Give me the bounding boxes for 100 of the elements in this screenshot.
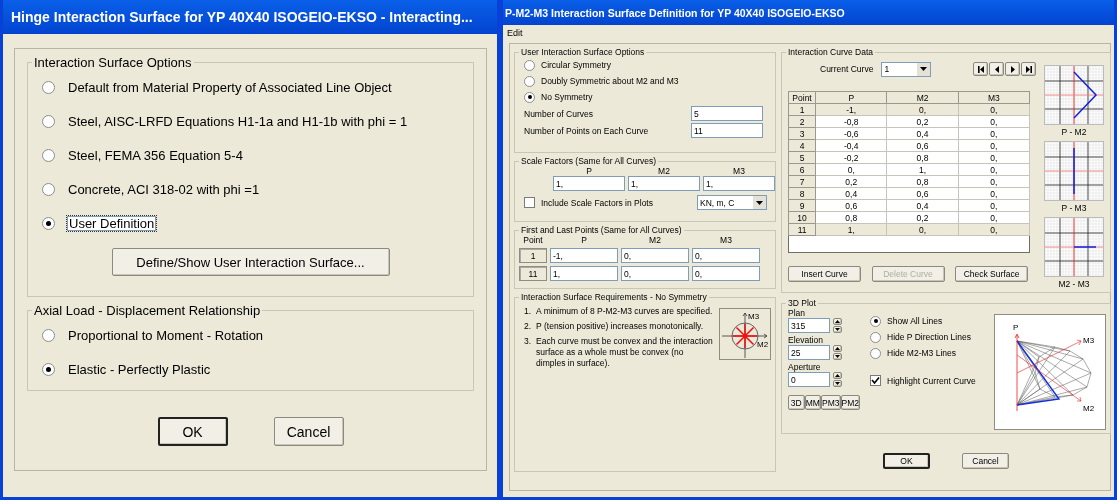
radio-label[interactable]: Hide M2-M3 Lines	[887, 348, 956, 358]
input-field[interactable]: 5	[691, 106, 763, 121]
radio-button[interactable]	[524, 91, 535, 103]
group-title: Interaction Surface Requirements - No Symmetry	[520, 292, 708, 302]
column-label: P	[585, 166, 593, 176]
input-field[interactable]: 0,	[621, 266, 689, 281]
radio-label[interactable]: Concrete, ACI 318-02 with phi =1	[67, 180, 261, 198]
up-triangle-icon	[835, 374, 840, 377]
table-row[interactable]: 3 -0,6 0,4 0,	[788, 127, 1030, 140]
checkbox-label[interactable]: Highlight Current Curve	[887, 375, 976, 386]
input-field[interactable]: 0,	[692, 248, 760, 263]
radio-label[interactable]: Proportional to Moment - Rotation	[67, 326, 265, 344]
radio-button[interactable]	[524, 75, 535, 87]
checkbox[interactable]	[524, 197, 535, 208]
input-field[interactable]: 1,	[628, 176, 700, 191]
spin-down-button[interactable]	[833, 380, 842, 387]
table-row[interactable]: 11 1, 0, 0,	[788, 223, 1030, 236]
table-cell: 0,2	[815, 175, 887, 188]
down-triangle-icon	[835, 382, 840, 385]
cancel-button[interactable]: Cancel	[962, 453, 1009, 469]
table-cell: 0,	[958, 211, 1030, 224]
curve-dropdown[interactable]: 1	[881, 61, 932, 77]
column-header: M2	[886, 91, 959, 104]
units-dropdown[interactable]: KN, m, C	[697, 195, 767, 210]
table-row[interactable]: 5 -0,2 0,8 0,	[788, 151, 1030, 164]
table-cell: 1,	[886, 163, 959, 176]
column-label: M3	[732, 166, 746, 176]
axis-label: P	[1013, 323, 1019, 332]
radio-label[interactable]: Hide P Direction Lines	[887, 332, 971, 342]
caret-icon	[753, 196, 766, 209]
table-row[interactable]: 6 0, 1, 0,	[788, 163, 1030, 176]
define-surface-button[interactable]: Define/Show User Interaction Surface...	[111, 248, 390, 276]
group-title: Axial Load - Displacement Relationship	[33, 303, 262, 318]
ok-button[interactable]: OK	[883, 453, 930, 469]
input-field[interactable]: 0	[788, 372, 830, 387]
input-field[interactable]: -1,	[550, 248, 618, 263]
group-title: First and Last Points (Same for All Curves)	[520, 225, 683, 235]
insert-curve-button[interactable]: Insert Curve	[788, 266, 861, 282]
table-row[interactable]: 4 -0,4 0,6 0,	[788, 139, 1030, 152]
radio-button[interactable]	[42, 148, 55, 162]
last-button[interactable]	[1021, 62, 1036, 76]
radio-label[interactable]: Circular Symmetry	[541, 60, 611, 70]
radio-button[interactable]	[870, 331, 881, 343]
spin-up-button[interactable]	[833, 345, 842, 352]
radio-button[interactable]	[870, 347, 881, 359]
view-button[interactable]: MM	[804, 395, 822, 410]
cancel-button[interactable]: Cancel	[273, 417, 344, 446]
table-row[interactable]: 2 -0,8 0,2 0,	[788, 115, 1030, 128]
spin-down-button[interactable]	[833, 326, 842, 333]
spin-up-button[interactable]	[833, 318, 842, 325]
view-button[interactable]: PM2	[840, 395, 860, 410]
table-row[interactable]: 9 0,6 0,4 0,	[788, 199, 1030, 212]
radio-label[interactable]: Doubly Symmetric about M2 and M3	[541, 76, 679, 86]
radio-button[interactable]	[42, 114, 55, 128]
spin-down-button[interactable]	[833, 353, 842, 360]
ok-button[interactable]: OK	[157, 417, 228, 446]
spin-up-button[interactable]	[833, 372, 842, 379]
input-field[interactable]: 0,	[692, 266, 760, 281]
radio-button[interactable]	[42, 216, 55, 230]
input-field[interactable]: 25	[788, 345, 830, 360]
input-field[interactable]: 0,	[621, 248, 689, 263]
input-field[interactable]: 1,	[703, 176, 775, 191]
radio-label[interactable]: No Symmetry	[541, 92, 593, 102]
menu-item[interactable]: Edit	[505, 27, 525, 38]
previous-button[interactable]	[989, 62, 1004, 76]
next-button[interactable]	[1005, 62, 1020, 76]
input-field[interactable]: 11	[691, 123, 763, 138]
radio-label[interactable]: Default from Material Property of Associated Line Object	[67, 78, 393, 96]
table-row[interactable]: 10 0,8 0,2 0,	[788, 211, 1030, 224]
down-triangle-icon	[835, 328, 840, 331]
radio-button[interactable]	[42, 362, 55, 376]
check-surface-button[interactable]: Check Surface	[955, 266, 1028, 282]
table-cell: 0,	[815, 163, 887, 176]
checkbox[interactable]	[870, 375, 881, 386]
input-field[interactable]: 1,	[553, 176, 625, 191]
radio-label[interactable]: Show All Lines	[887, 316, 943, 326]
plot-caption: M2 - M3	[1058, 279, 1090, 289]
radio-label[interactable]: User Definition	[67, 215, 157, 231]
radio-label[interactable]: Elastic - Perfectly Plastic	[67, 360, 212, 378]
field-label: Number of Points on Each Curve	[524, 125, 649, 136]
radio-button[interactable]	[524, 59, 535, 71]
radio-button[interactable]	[42, 182, 55, 196]
table-cell: 0,4	[886, 127, 959, 140]
table-row[interactable]: 1 -1, 0, 0,	[788, 103, 1030, 116]
requirement-text: Each curve must be convex and the interaction surface as a whole must be convex (no dimples in surface).	[536, 336, 713, 369]
input-field[interactable]: 1,	[550, 266, 618, 281]
radio-button[interactable]	[42, 80, 55, 94]
radio-button[interactable]	[870, 315, 881, 327]
field-label: Plan	[788, 308, 806, 318]
column-header: Point	[788, 91, 816, 104]
table-row[interactable]: 7 0,2 0,8 0,	[788, 175, 1030, 188]
radio-label[interactable]: Steel, AISC-LRFD Equations H1-1a and H1-1b with phi = 1	[67, 112, 409, 130]
table-row[interactable]: 8 0,4 0,6 0,	[788, 187, 1030, 200]
first-button[interactable]	[973, 62, 988, 76]
radio-label[interactable]: Steel, FEMA 356 Equation 5-4	[67, 146, 244, 164]
checkbox-label[interactable]: Include Scale Factors in Plots	[541, 197, 653, 208]
radio-button[interactable]	[42, 328, 55, 342]
view-button[interactable]: PM3	[821, 395, 841, 410]
view-button[interactable]: 3D	[788, 395, 805, 410]
input-field[interactable]: 315	[788, 318, 830, 333]
